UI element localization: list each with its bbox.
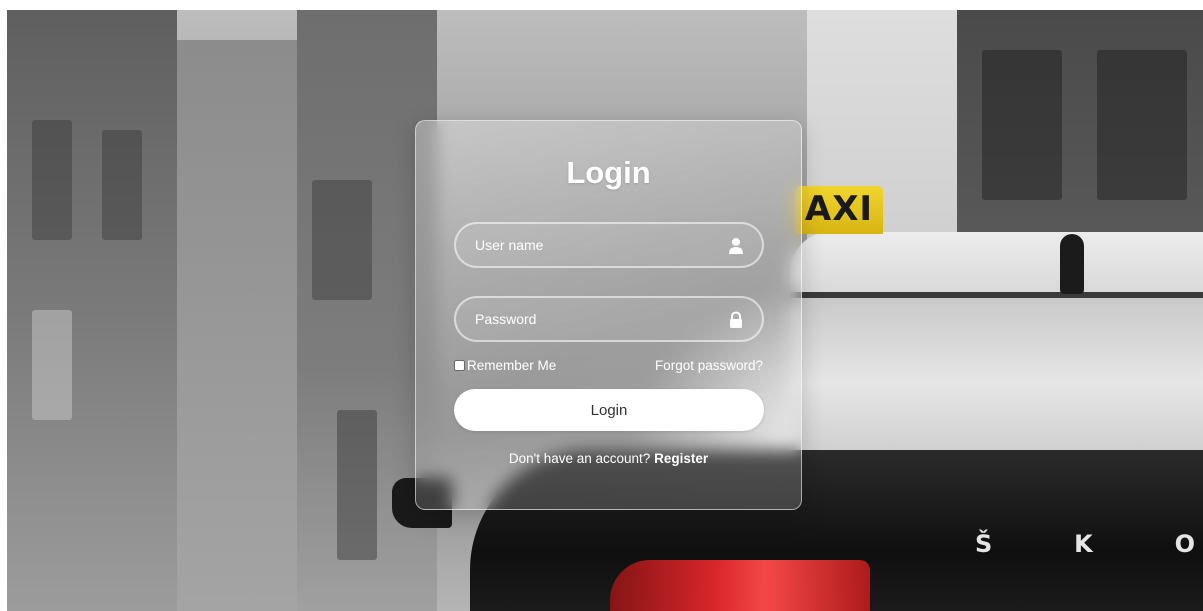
- car-badge-letter: K: [1074, 530, 1093, 558]
- lock-icon: [728, 311, 744, 329]
- taxi-sign: AXI: [795, 186, 883, 234]
- register-link[interactable]: Register: [654, 451, 708, 466]
- register-prompt: Don't have an account? Register: [416, 451, 801, 466]
- car-badge-letter: O: [1174, 530, 1195, 558]
- car-rear-window: [790, 292, 1203, 452]
- car-antenna: [1060, 234, 1084, 294]
- car-badge-letter: Š: [975, 530, 993, 558]
- remember-me-label: Remember Me: [467, 358, 557, 373]
- car-badge: Š K O: [975, 530, 1195, 570]
- user-icon: [728, 237, 744, 255]
- building-window: [32, 120, 72, 240]
- car-tail-light: [610, 560, 870, 611]
- login-card: Login Remember Me Forgot password? Login…: [415, 120, 802, 510]
- username-field[interactable]: [454, 222, 764, 268]
- login-title: Login: [566, 155, 651, 190]
- username-input[interactable]: [456, 224, 762, 266]
- building-window: [312, 180, 372, 300]
- building-window: [32, 310, 72, 420]
- password-input[interactable]: [456, 298, 762, 340]
- building-window: [102, 130, 142, 240]
- building-window: [337, 410, 377, 560]
- remember-me-checkbox[interactable]: [454, 360, 465, 371]
- login-button[interactable]: Login: [454, 389, 764, 431]
- building-window: [982, 50, 1062, 200]
- building-window: [1097, 50, 1187, 200]
- forgot-password-link[interactable]: Forgot password?: [655, 358, 763, 373]
- building-mid-left: [177, 40, 297, 611]
- remember-me[interactable]: Remember Me: [454, 358, 556, 373]
- password-field[interactable]: [454, 296, 764, 342]
- register-prompt-text: Don't have an account?: [508, 451, 651, 466]
